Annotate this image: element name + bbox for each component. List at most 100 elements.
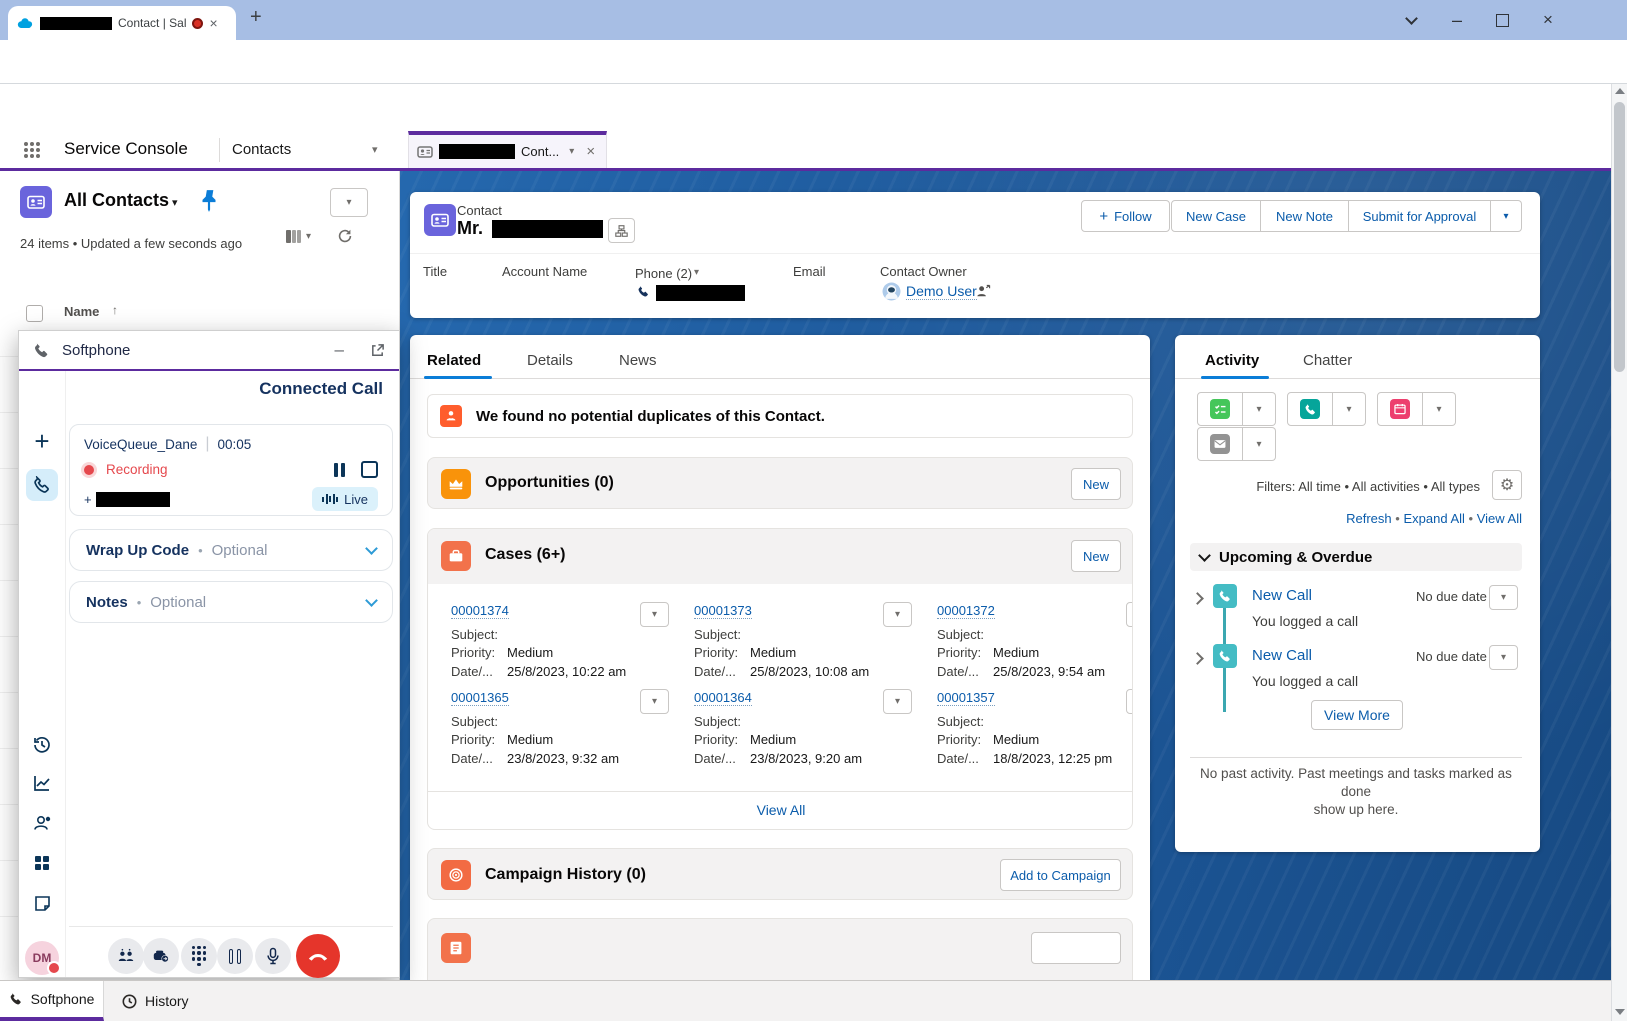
transfer-button[interactable] bbox=[143, 938, 179, 974]
tab-related[interactable]: Related bbox=[427, 352, 481, 369]
view-hierarchy-button[interactable] bbox=[608, 218, 635, 243]
utility-tab-history[interactable]: History bbox=[104, 981, 207, 1021]
change-owner-icon[interactable] bbox=[976, 284, 991, 304]
mute-button[interactable] bbox=[255, 938, 291, 974]
name-column-header[interactable]: Name bbox=[64, 304, 99, 319]
activity-title-link[interactable]: New Call bbox=[1252, 587, 1312, 604]
case-actions-button[interactable]: ▾ bbox=[1126, 602, 1133, 627]
workspace-subtab-contact[interactable]: Cont... ▾ × bbox=[408, 131, 607, 168]
tab-details[interactable]: Details bbox=[527, 352, 573, 369]
case-actions-button[interactable]: ▾ bbox=[640, 689, 669, 714]
hold-button[interactable] bbox=[217, 938, 253, 974]
window-minimize-button[interactable]: – bbox=[1436, 0, 1478, 40]
popout-icon[interactable] bbox=[370, 343, 385, 358]
expand-item-icon[interactable] bbox=[1193, 650, 1202, 668]
expand-item-icon[interactable] bbox=[1193, 590, 1202, 608]
tab-chatter[interactable]: Chatter bbox=[1303, 352, 1352, 369]
upcoming-overdue-header[interactable]: Upcoming & Overdue bbox=[1190, 543, 1522, 571]
scroll-down-arrow[interactable] bbox=[1615, 1009, 1625, 1015]
list-view-title[interactable]: All Contacts bbox=[64, 190, 169, 211]
view-more-button[interactable]: View More bbox=[1311, 700, 1403, 730]
new-case-button[interactable]: New Case bbox=[1171, 200, 1261, 232]
minimize-icon[interactable]: – bbox=[335, 340, 344, 360]
activity-title-link[interactable]: New Call bbox=[1252, 647, 1312, 664]
tab-close-icon[interactable]: × bbox=[209, 15, 217, 31]
new-tab-button[interactable]: + bbox=[250, 6, 262, 29]
opportunities-new-button[interactable]: New bbox=[1071, 468, 1121, 500]
case-number-link[interactable]: 00001364 bbox=[694, 690, 752, 706]
history-icon[interactable] bbox=[30, 733, 54, 757]
notes-icon[interactable] bbox=[30, 891, 54, 915]
case-actions-button[interactable]: ▾ bbox=[883, 689, 912, 714]
refresh-link[interactable]: Refresh bbox=[1346, 511, 1392, 526]
conference-button[interactable] bbox=[108, 938, 144, 974]
campaign-history-title[interactable]: Campaign History (0) bbox=[485, 866, 646, 884]
tab-news[interactable]: News bbox=[619, 352, 657, 369]
stop-recording-icon[interactable] bbox=[361, 461, 378, 478]
subtab-close-icon[interactable]: × bbox=[586, 143, 595, 160]
contacts-icon[interactable] bbox=[30, 811, 54, 835]
case-number-link[interactable]: 00001372 bbox=[937, 603, 995, 619]
window-menu-button[interactable] bbox=[1390, 0, 1432, 40]
case-actions-button[interactable]: ▾ bbox=[640, 602, 669, 627]
more-actions-dropdown-button[interactable]: ▾ bbox=[1491, 200, 1522, 232]
utility-tab-softphone[interactable]: Softphone bbox=[0, 981, 104, 1021]
email-dropdown-button[interactable]: ▾ bbox=[1243, 427, 1276, 461]
list-view-controls-button[interactable]: ▾ bbox=[330, 188, 368, 217]
subtab-dropdown-icon[interactable]: ▾ bbox=[569, 146, 574, 157]
cases-title[interactable]: Cases (6+) bbox=[485, 546, 566, 564]
apps-grid-icon[interactable] bbox=[30, 851, 54, 875]
activity-actions-button[interactable]: ▾ bbox=[1489, 645, 1518, 670]
new-task-button[interactable] bbox=[1197, 392, 1243, 426]
view-all-link[interactable]: View All bbox=[1477, 511, 1522, 526]
cases-view-all-link[interactable]: View All bbox=[428, 802, 1133, 818]
tab-activity[interactable]: Activity bbox=[1205, 352, 1259, 369]
log-call-button[interactable] bbox=[1287, 392, 1333, 426]
owner-link[interactable]: Demo User bbox=[906, 283, 977, 300]
new-task-dropdown-button[interactable]: ▾ bbox=[1243, 392, 1276, 426]
nav-tab-contacts[interactable]: Contacts bbox=[232, 141, 291, 158]
app-launcher-waffle-icon[interactable] bbox=[24, 142, 40, 158]
browser-scrollbar[interactable] bbox=[1611, 84, 1627, 1021]
log-call-dropdown-button[interactable]: ▾ bbox=[1333, 392, 1366, 426]
agent-avatar[interactable]: DM bbox=[25, 941, 59, 975]
window-close-button[interactable]: × bbox=[1527, 0, 1569, 40]
list-view-selector-icon[interactable]: ▾ bbox=[172, 196, 178, 209]
call-notes-section[interactable]: Notes • Optional bbox=[69, 581, 393, 623]
nav-tab-contacts-dropdown-icon[interactable]: ▾ bbox=[372, 143, 378, 156]
wrap-up-code-section[interactable]: Wrap Up Code • Optional bbox=[69, 529, 393, 571]
case-actions-button[interactable]: ▾ bbox=[883, 602, 912, 627]
browser-tab[interactable]: Contact | Sal × bbox=[8, 6, 236, 40]
partial-card-button[interactable] bbox=[1031, 932, 1121, 964]
expand-wrap-up-icon[interactable] bbox=[365, 542, 378, 555]
window-maximize-button[interactable] bbox=[1481, 0, 1523, 40]
new-event-dropdown-button[interactable]: ▾ bbox=[1423, 392, 1456, 426]
activity-settings-button[interactable]: ⚙ bbox=[1492, 470, 1522, 500]
event-button[interactable] bbox=[1377, 392, 1423, 426]
case-number-link[interactable]: 00001374 bbox=[451, 603, 509, 619]
expand-all-link[interactable]: Expand All bbox=[1403, 511, 1464, 526]
scroll-up-arrow[interactable] bbox=[1615, 88, 1625, 94]
case-number-link[interactable]: 00001365 bbox=[451, 690, 509, 706]
case-actions-button[interactable]: ▾ bbox=[1126, 689, 1133, 714]
scrollbar-thumb[interactable] bbox=[1614, 102, 1625, 372]
submit-for-approval-button[interactable]: Submit for Approval bbox=[1349, 200, 1491, 232]
analytics-icon[interactable] bbox=[30, 771, 54, 795]
live-badge[interactable]: Live bbox=[312, 487, 378, 511]
new-note-button[interactable]: New Note bbox=[1261, 200, 1349, 232]
cases-new-button[interactable]: New bbox=[1071, 540, 1121, 572]
phone-tab-active[interactable] bbox=[26, 469, 58, 501]
case-number-link[interactable]: 00001357 bbox=[937, 690, 995, 706]
dialpad-button[interactable] bbox=[181, 938, 217, 974]
pin-icon[interactable] bbox=[198, 188, 220, 219]
new-call-plus-icon[interactable]: + bbox=[30, 429, 54, 453]
add-to-campaign-button[interactable]: Add to Campaign bbox=[1000, 859, 1121, 891]
list-refresh-icon[interactable] bbox=[336, 227, 354, 250]
expand-notes-icon[interactable] bbox=[365, 594, 378, 607]
follow-button[interactable]: + Follow bbox=[1081, 200, 1170, 232]
pause-recording-icon[interactable] bbox=[334, 463, 345, 477]
opportunities-title[interactable]: Opportunities (0) bbox=[485, 474, 614, 492]
phone-dropdown-icon[interactable]: ▾ bbox=[694, 267, 699, 278]
display-as-icon[interactable]: ▾ bbox=[286, 229, 311, 244]
case-number-link[interactable]: 00001373 bbox=[694, 603, 752, 619]
